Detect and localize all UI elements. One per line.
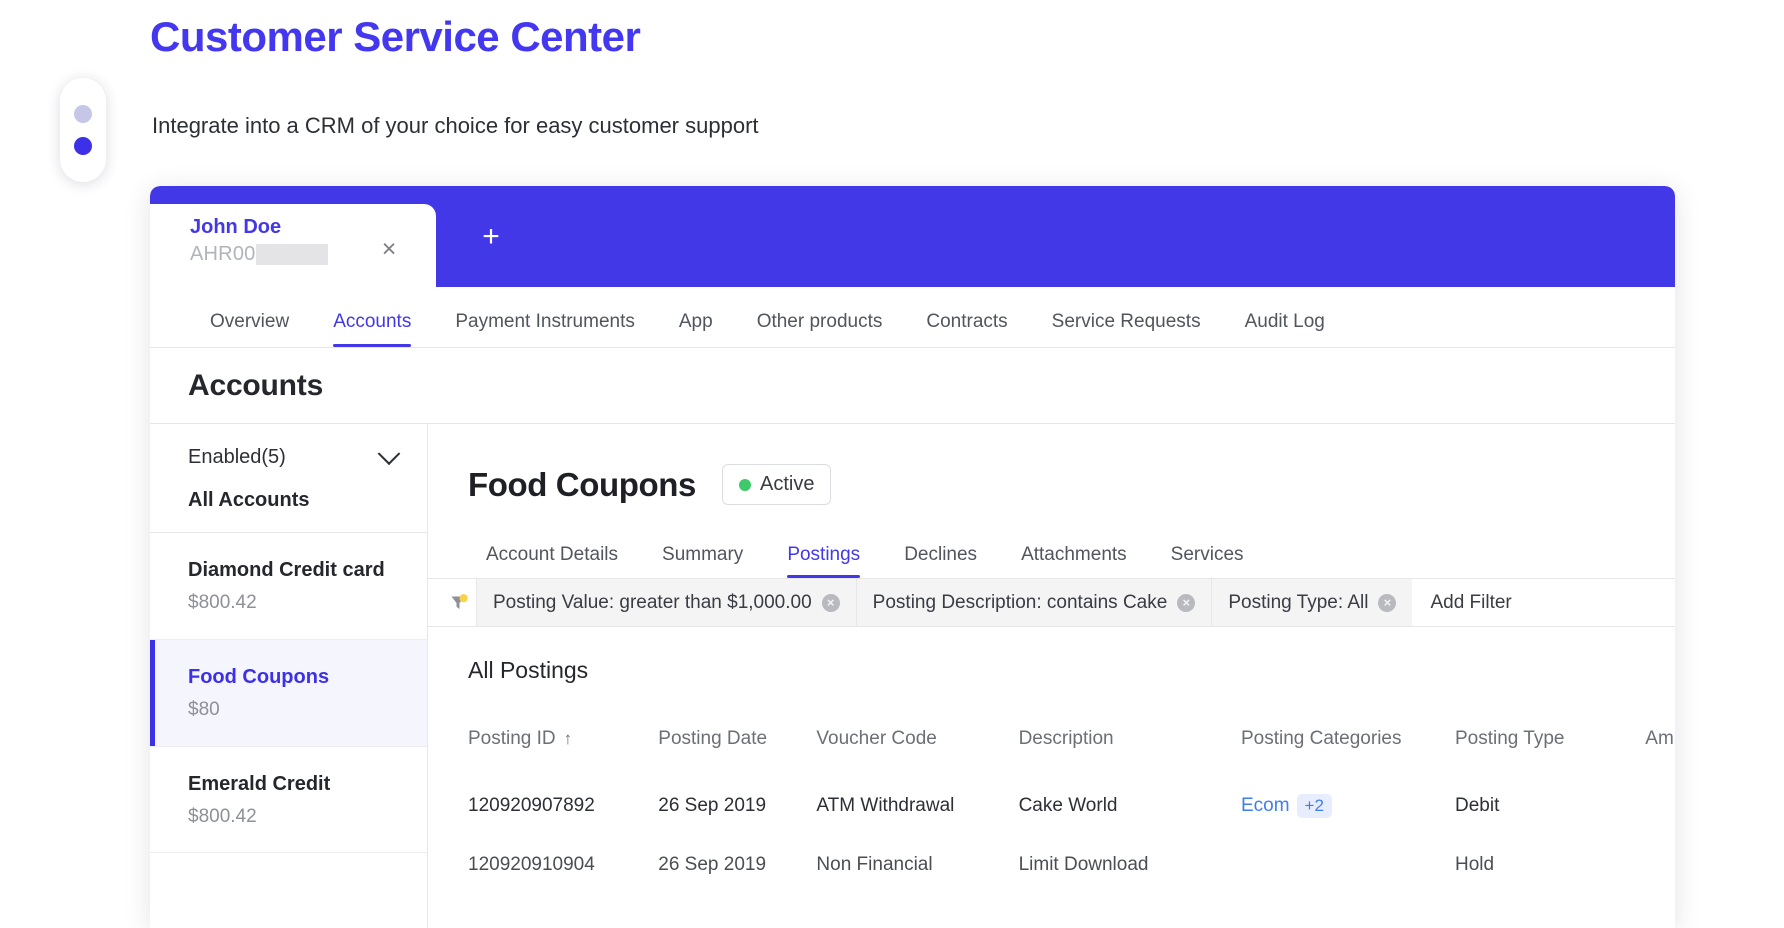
cell-posting-id[interactable]: 120920910904 (468, 836, 658, 894)
client-tab-id-redacted (256, 244, 329, 265)
cell-amount (1645, 836, 1675, 894)
close-icon[interactable]: × (378, 237, 400, 262)
carousel-dot-2[interactable] (74, 137, 92, 155)
account-title: Food Coupons (468, 465, 696, 503)
cell-posting-date: 26 Sep 2019 (658, 795, 767, 816)
chevron-down-icon (377, 441, 401, 465)
sidebar-item-diamond-credit-card[interactable]: Diamond Credit card $800.42 (150, 533, 427, 640)
page-title: Customer Service Center (150, 13, 641, 60)
account-sub-tabs: Account Details Summary Postings Decline… (428, 533, 1675, 579)
account-name: Emerald Credit (188, 772, 331, 795)
sort-ascending-icon[interactable]: ↑ (564, 729, 573, 749)
tab-accounts[interactable]: Accounts (311, 311, 433, 347)
column-label: Posting ID (468, 728, 556, 749)
sidebar-filter-enabled[interactable]: Enabled(5) (150, 424, 427, 469)
cell-amount (1645, 776, 1675, 836)
tab-audit-log[interactable]: Audit Log (1223, 311, 1347, 347)
client-tab-id: AHR00 (190, 243, 256, 265)
filter-chip-label: Posting Value: greater than $1,000.00 (493, 591, 812, 613)
sidebar-item-emerald-credit[interactable]: Emerald Credit $800.42 (150, 747, 427, 854)
remove-filter-icon[interactable]: × (1378, 593, 1397, 612)
add-filter-button[interactable]: Add Filter (1412, 592, 1529, 614)
postings-table: Posting ID ↑ Posting Date Voucher Code De… (468, 728, 1675, 894)
account-balance: $800.42 (188, 592, 257, 613)
column-header-voucher-code[interactable]: Voucher Code (816, 728, 1018, 776)
page-subtitle: Integrate into a CRM of your choice for … (152, 113, 759, 138)
table-title: All Postings (468, 657, 589, 683)
tab-overview[interactable]: Overview (188, 311, 311, 347)
filter-chip-label: Posting Description: contains Cake (872, 591, 1168, 613)
section-heading: Accounts (188, 368, 324, 402)
tab-service-requests[interactable]: Service Requests (1030, 311, 1223, 347)
status-badge: Active (721, 464, 832, 505)
client-tab-name: John Doe (190, 216, 282, 238)
cell-posting-categories: Ecom +2 (1241, 776, 1455, 836)
client-tab-john-doe[interactable]: John Doe AHR00 × (150, 204, 436, 287)
category-link[interactable]: Ecom (1241, 795, 1290, 816)
accounts-section-header: Accounts (150, 348, 1675, 424)
customer-card: John Doe AHR00 × + Overview Accounts Pay… (150, 186, 1675, 928)
sidebar-item-all-accounts[interactable]: All Accounts (150, 469, 427, 533)
cell-description: Limit Download (1018, 854, 1149, 875)
cell-posting-categories (1241, 836, 1455, 894)
cell-description: Cake World (1018, 795, 1118, 816)
sidebar-item-food-coupons[interactable]: Food Coupons $80 (150, 639, 427, 747)
account-balance: $800.42 (188, 805, 257, 827)
browser-tab-strip: John Doe AHR00 × + (150, 186, 1675, 287)
subtab-postings[interactable]: Postings (765, 544, 882, 578)
account-detail-pane: Food Coupons Active Account Details Summ… (428, 424, 1675, 928)
subtab-summary[interactable]: Summary (640, 544, 765, 578)
carousel-indicator[interactable] (60, 78, 106, 182)
subtab-services[interactable]: Services (1149, 544, 1266, 578)
column-header-posting-type[interactable]: Posting Type (1455, 728, 1645, 776)
cell-posting-type: Hold (1455, 854, 1495, 875)
table-row[interactable]: 120920907892 26 Sep 2019 ATM Withdrawal … (468, 776, 1675, 836)
filter-chip-label: Posting Type: All (1228, 591, 1369, 613)
cell-voucher-code: ATM Withdrawal (816, 795, 955, 816)
remove-filter-icon[interactable]: × (821, 593, 840, 612)
filter-chip-posting-value[interactable]: Posting Value: greater than $1,000.00 × (477, 579, 856, 626)
cell-posting-type: Debit (1455, 795, 1500, 816)
column-header-posting-categories[interactable]: Posting Categories (1241, 728, 1455, 776)
cell-posting-id[interactable]: 120920907892 (468, 776, 658, 836)
column-header-description[interactable]: Description (1019, 728, 1241, 776)
tab-app[interactable]: App (657, 311, 735, 347)
accounts-body: Enabled(5) All Accounts Diamond Credit c… (150, 424, 1675, 928)
filter-funnel-icon[interactable] (442, 593, 476, 613)
tab-other-products[interactable]: Other products (735, 311, 905, 347)
status-label: Active (759, 473, 815, 495)
remove-filter-icon[interactable]: × (1177, 593, 1196, 612)
cell-voucher-code: Non Financial (816, 854, 933, 875)
account-balance: $80 (188, 698, 220, 720)
column-header-posting-date[interactable]: Posting Date (658, 728, 816, 776)
subtab-declines[interactable]: Declines (882, 544, 999, 578)
tab-payment-instruments[interactable]: Payment Instruments (433, 311, 657, 347)
account-name: Diamond Credit card (188, 559, 385, 581)
account-detail-header: Food Coupons Active (428, 424, 1675, 505)
status-dot-icon (738, 478, 751, 491)
filter-bar: Posting Value: greater than $1,000.00 × … (428, 579, 1675, 627)
category-overflow-badge[interactable]: +2 (1296, 794, 1332, 818)
sidebar-filter-label: Enabled(5) (188, 446, 286, 468)
column-header-posting-id[interactable]: Posting ID ↑ (468, 728, 658, 776)
filter-chip-posting-type[interactable]: Posting Type: All × (1212, 579, 1413, 626)
accounts-sidebar: Enabled(5) All Accounts Diamond Credit c… (150, 424, 428, 928)
filter-chip-posting-description[interactable]: Posting Description: contains Cake × (856, 579, 1212, 626)
carousel-dot-1[interactable] (74, 105, 92, 123)
subtab-account-details[interactable]: Account Details (464, 544, 640, 578)
primary-nav-tabs: Overview Accounts Payment Instruments Ap… (150, 287, 1675, 348)
table-header-row: Posting ID ↑ Posting Date Voucher Code De… (468, 728, 1675, 776)
cell-posting-date: 26 Sep 2019 (658, 854, 767, 875)
subtab-attachments[interactable]: Attachments (999, 544, 1149, 578)
tab-contracts[interactable]: Contracts (904, 311, 1029, 347)
column-header-amount[interactable]: Am (1645, 728, 1675, 776)
postings-table-wrap: All Postings Posting ID ↑ Posting Date V… (428, 627, 1675, 894)
table-row[interactable]: 120920910904 26 Sep 2019 Non Financial L… (468, 836, 1675, 894)
account-name: Food Coupons (188, 665, 330, 688)
new-tab-button[interactable]: + (460, 186, 522, 287)
app-page: Customer Service Center Integrate into a… (0, 0, 1784, 928)
